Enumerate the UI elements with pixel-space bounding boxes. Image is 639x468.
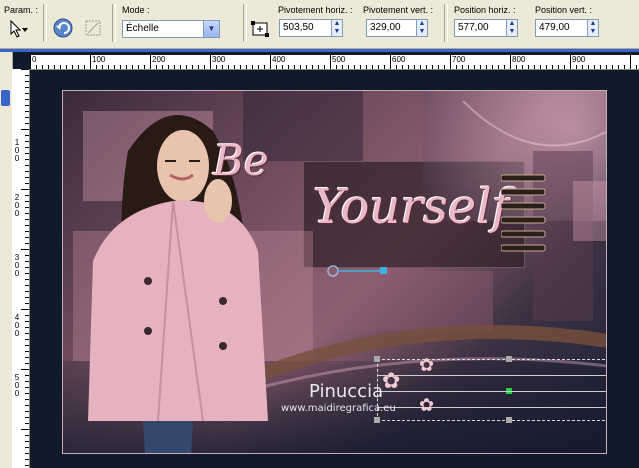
vertical-ruler: 100 200 300 400 500 bbox=[12, 69, 30, 468]
h-ruler-label: 200 bbox=[152, 55, 166, 64]
signature-text: Pinuccia bbox=[309, 381, 384, 402]
mode-label: Mode : bbox=[122, 5, 150, 15]
pos-h-value: 577,00 bbox=[458, 22, 489, 33]
pos-v-spinner[interactable]: ▲ ▼ bbox=[587, 19, 599, 37]
mode-select[interactable]: Échelle ▼ bbox=[122, 20, 220, 38]
flower-icon: ✿ bbox=[382, 369, 401, 394]
guide-line bbox=[377, 407, 606, 408]
face-shape bbox=[157, 130, 209, 202]
palette-collapse-button[interactable] bbox=[1, 90, 10, 106]
v-ruler-label: 100 bbox=[14, 138, 20, 163]
h-ruler-label: 900 bbox=[572, 55, 586, 64]
artwork-image[interactable]: Be Yourself ✿ ✿ ✿ Pinuccia www.maidiregr… bbox=[62, 90, 607, 454]
h-ruler-label: 800 bbox=[512, 55, 526, 64]
pos-v-label: Position vert. : bbox=[535, 5, 593, 15]
h-ruler-label: 400 bbox=[272, 55, 286, 64]
toolbar-separator bbox=[444, 4, 448, 42]
pivot-h-value: 503,50 bbox=[283, 22, 314, 33]
v-ruler-label: 300 bbox=[14, 253, 20, 278]
pivot-h-spinner[interactable]: ▲ ▼ bbox=[331, 19, 343, 37]
v-ruler-label: 400 bbox=[14, 313, 20, 338]
guide-line bbox=[377, 391, 606, 392]
edge-handle[interactable] bbox=[506, 417, 512, 423]
spin-up-icon: ▲ bbox=[418, 20, 426, 27]
v-ruler-label: 200 bbox=[14, 193, 20, 218]
pos-h-spinner[interactable]: ▲ ▼ bbox=[506, 19, 518, 37]
corner-handle[interactable] bbox=[374, 356, 380, 362]
h-ruler-label: 300 bbox=[212, 55, 226, 64]
h-ruler-label: 600 bbox=[392, 55, 406, 64]
v-ruler-label: 500 bbox=[14, 373, 20, 398]
deform-options-button[interactable] bbox=[82, 17, 104, 39]
pivot-h-label: Pivotement horiz. : bbox=[278, 5, 353, 15]
spin-up-icon: ▲ bbox=[589, 20, 597, 27]
pos-v-value: 479,00 bbox=[539, 22, 570, 33]
toolbar-separator bbox=[112, 4, 116, 42]
reset-button[interactable] bbox=[52, 17, 74, 39]
h-ruler-label: 0 bbox=[32, 55, 37, 64]
spin-down-icon: ▼ bbox=[589, 28, 597, 35]
h-ruler-label: 100 bbox=[92, 55, 106, 64]
mode-select-value: Échelle bbox=[126, 23, 159, 34]
spin-down-icon: ▼ bbox=[418, 28, 426, 35]
flower-icon: ✿ bbox=[419, 395, 435, 416]
spin-down-icon: ▼ bbox=[333, 28, 341, 35]
edge-handle[interactable] bbox=[506, 356, 512, 362]
horizontal-ruler: 0 100 200 300 400 500 600 700 800 900 bbox=[30, 55, 639, 70]
transform-selection[interactable] bbox=[377, 359, 606, 421]
presets-button[interactable] bbox=[6, 18, 28, 40]
h-ruler-label: 500 bbox=[332, 55, 346, 64]
pos-v-field[interactable]: 479,00 bbox=[535, 19, 593, 37]
corner-handle[interactable] bbox=[374, 417, 380, 423]
website-text: www.maidiregrafica.eu bbox=[281, 403, 396, 414]
guide-line bbox=[377, 375, 606, 376]
bar-decoration bbox=[501, 174, 546, 252]
title-yourself: Yourself bbox=[313, 179, 510, 235]
tool-options-bar: Param. : Mode : Échelle ▼ Pivotement hor… bbox=[0, 0, 639, 49]
spin-down-icon: ▼ bbox=[508, 28, 516, 35]
pivot-h-field[interactable]: 503,50 bbox=[279, 19, 337, 37]
spin-up-icon: ▲ bbox=[333, 20, 341, 27]
pos-h-label: Position horiz. : bbox=[454, 5, 516, 15]
pivot-v-value: 329,00 bbox=[370, 22, 401, 33]
chevron-down-icon: ▼ bbox=[203, 21, 219, 37]
jeans bbox=[143, 421, 193, 453]
transform-box-icon bbox=[251, 21, 269, 37]
perspective-button[interactable] bbox=[250, 18, 272, 40]
flower-icon: ✿ bbox=[419, 355, 435, 376]
rotation-handle[interactable] bbox=[325, 262, 395, 282]
pivot-v-spinner[interactable]: ▲ ▼ bbox=[416, 19, 428, 37]
param-label: Param. : bbox=[4, 5, 39, 15]
toolbar-separator bbox=[243, 4, 247, 42]
deform-grid-icon bbox=[85, 20, 101, 36]
h-ruler-label: 700 bbox=[452, 55, 466, 64]
reset-arrow-icon bbox=[53, 18, 73, 38]
pivot-v-label: Pivotement vert. : bbox=[363, 5, 434, 15]
spin-up-icon: ▲ bbox=[508, 20, 516, 27]
arrow-cursor-icon bbox=[10, 19, 28, 38]
toolbar-separator bbox=[43, 4, 47, 42]
pos-h-field[interactable]: 577,00 bbox=[454, 19, 512, 37]
title-be: Be bbox=[213, 136, 269, 185]
